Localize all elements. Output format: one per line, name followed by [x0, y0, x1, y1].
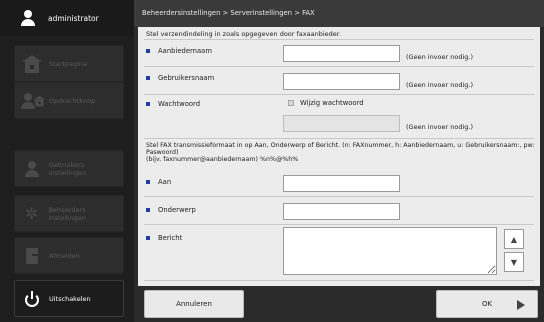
- to-input[interactable]: [283, 175, 400, 192]
- home-icon: [22, 54, 42, 73]
- password-hint: (Geen invoer nodig.): [406, 123, 473, 131]
- nav-user-settings-label: Gebruikers instellingen: [48, 160, 87, 177]
- divider: [144, 66, 534, 67]
- arrow-down-icon: ▼: [510, 257, 518, 267]
- footer-bar: Annuleren OK: [134, 286, 544, 322]
- building-icon: [33, 95, 46, 106]
- divider: [144, 196, 534, 197]
- ok-label: OK: [481, 300, 493, 308]
- nav-admin-settings-button[interactable]: ✲ Beheerders instellingen: [14, 195, 124, 232]
- nav-admin-settings-label: Beheerders instellingen: [48, 205, 86, 222]
- nav-jobs-label: Opdrachtknop: [49, 96, 96, 105]
- bullet-icon: [146, 236, 150, 240]
- format-description: Stel FAX transmissieformaat in op Aan, O…: [146, 142, 535, 163]
- divider: [144, 39, 534, 40]
- message-label: Bericht: [146, 234, 182, 242]
- nav-home-button[interactable]: Startpagina: [14, 45, 124, 82]
- sidebar: administrator Startpagina Opdrachtknop G…: [0, 0, 134, 322]
- divider: [144, 94, 534, 95]
- power-icon: [25, 290, 39, 307]
- bullet-icon: [146, 180, 150, 184]
- breadcrumb: Beheerdersinstellingen > Serverinstellin…: [134, 0, 544, 27]
- divider: [144, 280, 534, 281]
- cancel-button[interactable]: Annuleren: [144, 290, 244, 318]
- provider-name-label: Aanbiedernaam: [146, 47, 212, 55]
- username-label: Gebruikersnaam: [146, 74, 214, 82]
- username-input[interactable]: [283, 73, 400, 90]
- bullet-icon: [146, 76, 150, 80]
- nav-user-settings-button[interactable]: Gebruikers instellingen: [14, 150, 124, 187]
- nav-logout-button[interactable]: Afmelden: [14, 237, 124, 274]
- bullet-icon: [146, 102, 150, 106]
- shutdown-label: Uitschakelen: [49, 294, 91, 303]
- user-name: administrator: [48, 13, 99, 23]
- settings-panel: Stel verzendindeling in zoals opgegeven …: [138, 27, 540, 286]
- gear-icon: ✲: [24, 203, 39, 223]
- provider-name-hint: (Geen invoer nodig.): [406, 53, 473, 61]
- to-label: Aan: [146, 178, 171, 186]
- arrow-right-icon: [517, 300, 525, 310]
- provider-name-input[interactable]: [283, 45, 400, 62]
- change-password-label: Wijzig wachtwoord: [300, 99, 364, 107]
- nav-home-label: Startpagina: [49, 59, 88, 68]
- checkbox-icon[interactable]: [288, 100, 294, 106]
- subject-input[interactable]: [283, 203, 400, 220]
- cancel-label: Annuleren: [176, 300, 212, 308]
- divider: [144, 224, 534, 225]
- password-input[interactable]: [283, 115, 400, 132]
- arrow-up-icon: ▲: [510, 234, 518, 244]
- shutdown-button[interactable]: Uitschakelen: [14, 280, 124, 317]
- username-hint: (Geen invoer nodig.): [406, 81, 473, 89]
- nav-logout-label: Afmelden: [49, 251, 80, 260]
- nav-jobs-button[interactable]: Opdrachtknop: [14, 82, 124, 119]
- scroll-down-button[interactable]: ▼: [504, 252, 524, 272]
- user-settings-icon: [24, 160, 39, 177]
- subject-label: Onderwerp: [146, 206, 196, 214]
- intro-text: Stel verzendindeling in zoals opgegeven …: [146, 30, 341, 38]
- user-icon: [20, 10, 36, 26]
- ok-button[interactable]: OK: [436, 290, 538, 318]
- bullet-icon: [146, 208, 150, 212]
- message-textarea[interactable]: [283, 227, 497, 275]
- password-label: Wachtwoord: [146, 100, 200, 108]
- divider: [144, 138, 534, 139]
- user-header: administrator: [0, 0, 134, 36]
- person-icon: [21, 92, 35, 109]
- bullet-icon: [146, 49, 150, 53]
- change-password-checkbox[interactable]: Wijzig wachtwoord: [288, 99, 364, 107]
- scroll-up-button[interactable]: ▲: [504, 229, 524, 249]
- logout-icon: [26, 247, 38, 264]
